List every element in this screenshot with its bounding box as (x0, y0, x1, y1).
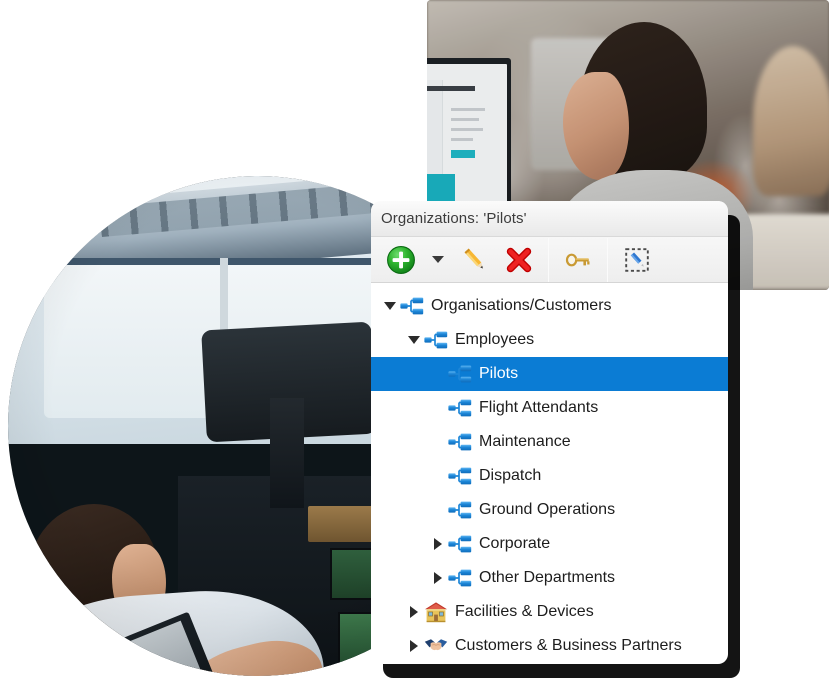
toolbar-separator (607, 237, 608, 282)
tree-node-label: Customers & Business Partners (455, 637, 682, 654)
tree-node-label: Organisations/Customers (431, 297, 612, 314)
pencil-icon (464, 247, 483, 268)
tree-node-ground-operations[interactable]: Ground Operations (371, 493, 728, 527)
marquee-select-icon (625, 247, 649, 272)
delete-button[interactable] (497, 238, 541, 282)
chevron-right-icon[interactable] (429, 527, 447, 561)
tree-node-corporate[interactable]: Corporate (371, 527, 728, 561)
org-chart-icon (400, 297, 424, 315)
chevron-right-icon[interactable] (429, 561, 447, 595)
window-title: Organizations: 'Pilots' (381, 210, 527, 227)
org-chart-icon (423, 323, 449, 357)
tree-node-dispatch[interactable]: Dispatch (371, 459, 728, 493)
org-chart-icon (448, 535, 472, 553)
tree-node-label: Maintenance (479, 433, 571, 450)
chevron-down-icon (432, 256, 444, 263)
tree-node-label: Flight Attendants (479, 399, 599, 416)
permissions-button[interactable] (556, 238, 600, 282)
toolbar-separator (548, 237, 549, 282)
add-button[interactable] (379, 238, 423, 282)
handshake-icon (424, 639, 448, 651)
org-chart-icon (448, 467, 472, 485)
org-chart-icon (399, 289, 425, 323)
org-chart-icon (447, 493, 473, 527)
org-chart-icon (447, 561, 473, 595)
org-chart-icon (448, 501, 472, 519)
handshake-icon (423, 629, 449, 662)
tree-node-label: Ground Operations (479, 501, 616, 518)
composite-image: Organizations: 'Pilots' Organisations/Cu… (0, 0, 829, 699)
org-chart-icon (447, 391, 473, 425)
edit-button[interactable] (453, 238, 497, 282)
tree-node-employees[interactable]: Employees (371, 323, 728, 357)
tree-node-label: Facilities & Devices (455, 603, 594, 620)
tree-node-label: Dispatch (479, 467, 542, 484)
tree-node-maintenance[interactable]: Maintenance (371, 425, 728, 459)
organization-tree[interactable]: Organisations/Customers Employees Pilots (371, 283, 728, 662)
plus-circle-icon (387, 245, 415, 274)
twisty-placeholder (429, 391, 447, 425)
key-icon (565, 253, 590, 266)
tree-node-facilities-devices[interactable]: Facilities & Devices (371, 595, 728, 629)
tree-node-customers-business-partners[interactable]: Customers & Business Partners (371, 629, 728, 662)
chevron-right-icon[interactable] (405, 595, 423, 629)
chevron-down-icon[interactable] (405, 323, 423, 357)
chevron-down-icon[interactable] (381, 289, 399, 323)
twisty-placeholder (429, 357, 447, 391)
org-chart-icon (448, 365, 472, 383)
tree-node-organisations-customers[interactable]: Organisations/Customers (371, 289, 728, 323)
org-chart-icon (424, 331, 448, 349)
org-chart-icon (447, 425, 473, 459)
org-chart-icon (448, 569, 472, 587)
tree-node-label: Other Departments (479, 569, 616, 586)
tree-node-other-departments[interactable]: Other Departments (371, 561, 728, 595)
organizations-window: Organizations: 'Pilots' Organisations/Cu… (371, 201, 728, 664)
tree-node-pilots[interactable]: Pilots (371, 357, 728, 391)
toolbar (371, 237, 728, 283)
tree-node-label: Corporate (479, 535, 551, 552)
org-chart-icon (448, 399, 472, 417)
chevron-right-icon[interactable] (405, 629, 423, 662)
org-chart-icon (447, 357, 473, 391)
select-tool-button[interactable] (615, 238, 659, 282)
add-dropdown-button[interactable] (423, 238, 453, 282)
org-chart-icon (447, 459, 473, 493)
building-icon (423, 595, 449, 629)
twisty-placeholder (429, 459, 447, 493)
tree-node-flight-attendants[interactable]: Flight Attendants (371, 391, 728, 425)
org-chart-icon (447, 527, 473, 561)
twisty-placeholder (429, 425, 447, 459)
red-x-icon (506, 247, 532, 272)
tree-node-label: Pilots (479, 365, 519, 382)
window-titlebar: Organizations: 'Pilots' (371, 201, 728, 237)
building-icon (425, 602, 447, 623)
org-chart-icon (448, 433, 472, 451)
tree-node-label: Employees (455, 331, 535, 348)
twisty-placeholder (429, 493, 447, 527)
